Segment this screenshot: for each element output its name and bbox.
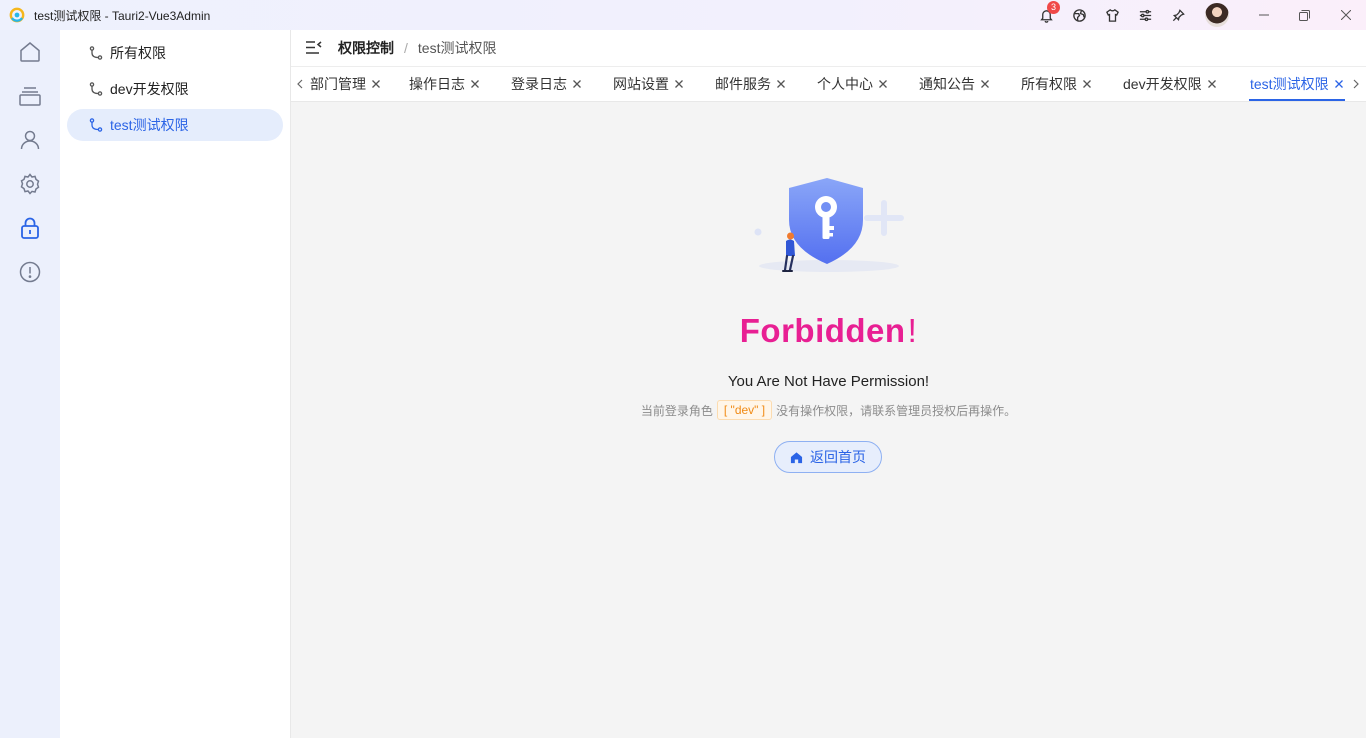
- tab-site-settings[interactable]: 网站设置: [613, 67, 684, 101]
- desc-prefix: 当前登录角色: [640, 403, 713, 418]
- restore-icon: [1299, 9, 1310, 21]
- rail-item-system[interactable]: [18, 84, 42, 108]
- header-bar: 权限控制 / test测试权限: [291, 30, 1366, 67]
- collapse-menu-button[interactable]: [291, 39, 323, 57]
- user-avatar[interactable]: [1205, 3, 1229, 27]
- chevron-right-icon: [1353, 79, 1359, 89]
- tab-dept[interactable]: 部门管理: [310, 67, 381, 101]
- sliders-icon: [1139, 9, 1152, 21]
- menu-item-dev-permission[interactable]: dev开发权限: [67, 73, 283, 105]
- rail-item-settings[interactable]: [18, 172, 42, 196]
- forbidden-title-mark: !: [907, 312, 918, 349]
- tab-dev-permission[interactable]: dev开发权限: [1123, 67, 1217, 101]
- settings-icon: [20, 173, 40, 195]
- title-bar[interactable]: test测试权限 - Tauri2-Vue3Admin 3: [0, 0, 1366, 30]
- tab-close-icon[interactable]: [674, 79, 684, 89]
- tab-label: 邮件服务: [715, 76, 771, 92]
- tab-all-permission[interactable]: 所有权限: [1021, 67, 1092, 101]
- home-icon: [790, 451, 803, 463]
- tab-label: 部门管理: [310, 76, 366, 92]
- tab-mail-service[interactable]: 邮件服务: [715, 67, 786, 101]
- minimize-button[interactable]: [1243, 0, 1284, 30]
- pin-button[interactable]: [1162, 0, 1195, 30]
- forbidden-page: Forbidden! You Are Not Have Permission! …: [291, 102, 1366, 738]
- tabs-scroll-right[interactable]: [1348, 67, 1364, 101]
- tab-close-icon[interactable]: [371, 79, 381, 89]
- tab-label: 个人中心: [817, 76, 873, 92]
- menu-item-label: 所有权限: [110, 45, 166, 61]
- menu-item-label: dev开发权限: [110, 81, 189, 97]
- menu-item-all-permission[interactable]: 所有权限: [67, 37, 283, 69]
- tab-label: 网站设置: [613, 76, 669, 92]
- back-home-label: 返回首页: [810, 449, 866, 465]
- tab-close-icon[interactable]: [980, 79, 990, 89]
- branch-icon: [89, 82, 103, 96]
- home-icon: [20, 42, 40, 62]
- tab-close-icon[interactable]: [878, 79, 888, 89]
- tab-close-icon[interactable]: [1082, 79, 1092, 89]
- minimize-icon: [1258, 14, 1269, 16]
- tabs-bar: 部门管理 操作日志 登录日志 网站设置 邮件服务 个人中心 通知公告 所有权限 …: [291, 67, 1366, 102]
- notification-badge: 3: [1047, 1, 1060, 14]
- title-actions: 3: [1030, 0, 1366, 30]
- rail-item-permission[interactable]: [18, 216, 42, 240]
- settings-sliders-button[interactable]: [1129, 0, 1162, 30]
- tab-label: 通知公告: [919, 76, 975, 92]
- tab-test-permission[interactable]: test测试权限: [1249, 67, 1345, 101]
- menu-item-label: test测试权限: [110, 117, 189, 133]
- tab-operation-log[interactable]: 操作日志: [409, 67, 480, 101]
- forbidden-subtitle: You Are Not Have Permission!: [727, 373, 930, 390]
- app-logo-icon: [9, 7, 25, 23]
- lock-icon: [21, 217, 39, 239]
- pin-icon: [1172, 8, 1185, 21]
- theme-skin-button[interactable]: [1096, 0, 1129, 30]
- language-button[interactable]: [1063, 0, 1096, 30]
- tabs-scroll-left[interactable]: [292, 67, 308, 101]
- tab-login-log[interactable]: 登录日志: [511, 67, 582, 101]
- tab-label: 登录日志: [511, 76, 567, 92]
- tab-profile[interactable]: 个人中心: [817, 67, 888, 101]
- tab-close-icon[interactable]: [1207, 79, 1217, 89]
- desc-suffix: 没有操作权限，请联系管理员授权后再操作。: [776, 403, 1017, 418]
- tshirt-icon: [1106, 8, 1119, 22]
- forbidden-title: Forbidden!: [291, 312, 1366, 350]
- window-title: test测试权限 - Tauri2-Vue3Admin: [34, 8, 211, 23]
- sub-menu: 所有权限 dev开发权限 test测试权限: [60, 30, 291, 738]
- menu-fold-icon: [306, 41, 322, 54]
- forbidden-description: 当前登录角色 [ "dev" ] 没有操作权限，请联系管理员授权后再操作。: [291, 400, 1366, 420]
- branch-icon: [89, 46, 103, 60]
- tab-label: 操作日志: [409, 76, 465, 92]
- tab-label: dev开发权限: [1123, 76, 1202, 92]
- tab-close-icon[interactable]: [572, 79, 582, 89]
- tab-notice[interactable]: 通知公告: [919, 67, 990, 101]
- forbidden-shield-illustration: [754, 178, 904, 272]
- layers-icon: [19, 87, 41, 106]
- branch-icon: [89, 118, 103, 132]
- globe-icon: [1073, 8, 1086, 22]
- breadcrumb-parent[interactable]: 权限控制: [338, 38, 394, 58]
- role-tag: [ "dev" ]: [716, 400, 773, 420]
- menu-item-test-permission[interactable]: test测试权限: [67, 109, 283, 141]
- rail-item-home[interactable]: [18, 40, 42, 64]
- user-icon: [20, 130, 40, 150]
- maximize-button[interactable]: [1284, 0, 1325, 30]
- rail-item-exception[interactable]: [18, 260, 42, 284]
- forbidden-title-text: Forbidden: [739, 312, 906, 349]
- close-window-button[interactable]: [1325, 0, 1366, 30]
- icon-rail: [0, 30, 60, 738]
- tab-label: 所有权限: [1021, 76, 1077, 92]
- tab-label: test测试权限: [1250, 76, 1329, 92]
- close-icon: [1340, 10, 1351, 20]
- breadcrumb-current: test测试权限: [417, 40, 497, 56]
- notification-button[interactable]: 3: [1030, 0, 1063, 30]
- chevron-left-icon: [297, 79, 303, 89]
- breadcrumb-separator: /: [404, 40, 408, 56]
- rail-item-user[interactable]: [18, 128, 42, 152]
- back-home-button[interactable]: 返回首页: [774, 441, 882, 473]
- tab-close-icon[interactable]: [470, 79, 480, 89]
- tab-close-icon[interactable]: [776, 79, 786, 89]
- alert-circle-icon: [19, 261, 41, 283]
- tab-close-icon[interactable]: [1334, 79, 1344, 89]
